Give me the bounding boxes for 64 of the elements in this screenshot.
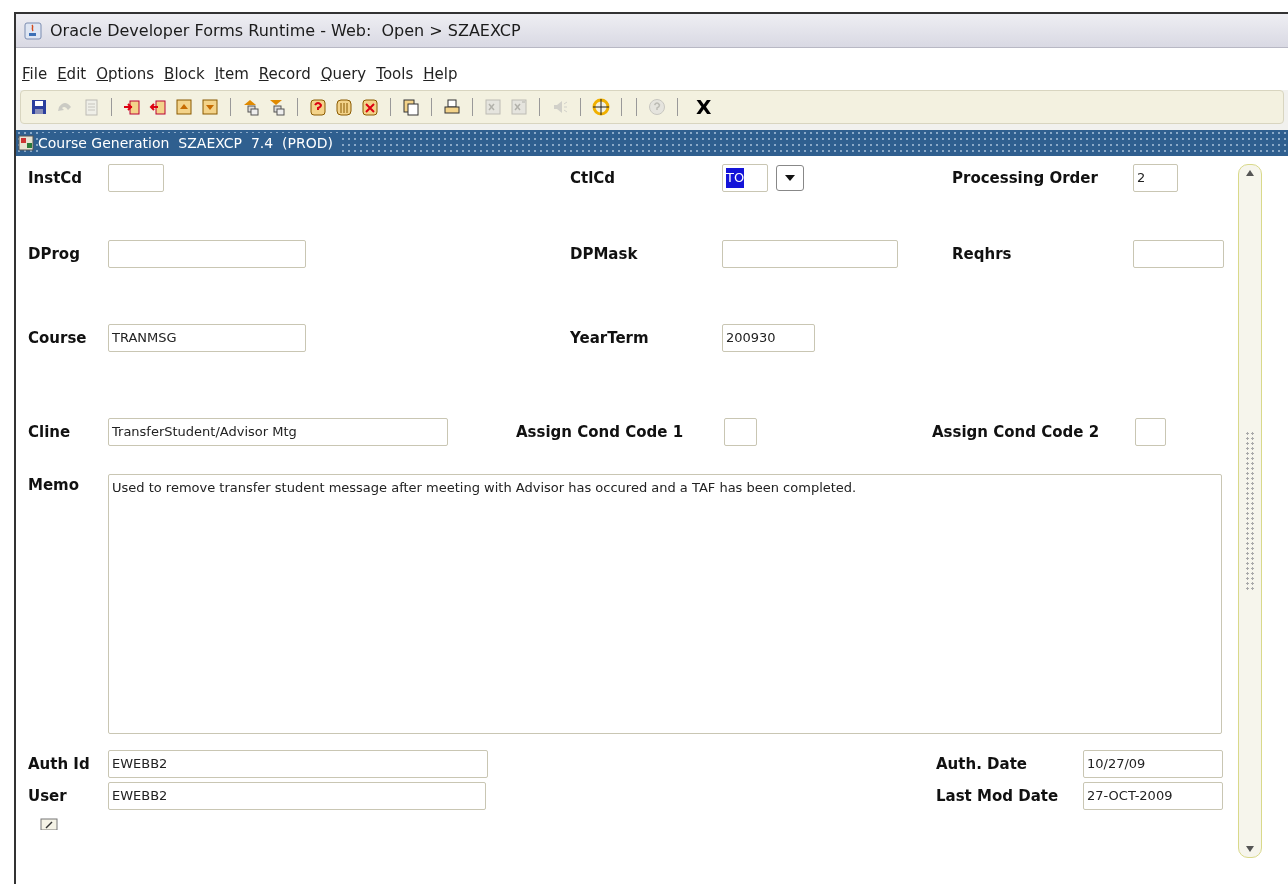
field-label: DProg	[28, 243, 81, 265]
input-field[interactable]: 27-OCT-2009	[1083, 782, 1223, 810]
field-label: Cline	[28, 421, 72, 443]
menu-item[interactable]: Query	[320, 62, 367, 86]
field-label: Last Mod Date	[936, 785, 1060, 807]
dropdown-button[interactable]	[776, 165, 804, 191]
input-field[interactable]: Used to remove transfer student message after meeting with Advisor has occured and a TAF has been completed.	[108, 474, 1222, 734]
query-icon[interactable]	[309, 98, 327, 116]
menu-item[interactable]: Edit	[57, 62, 87, 86]
field-label: Processing Order	[952, 167, 1099, 189]
down-record-icon[interactable]	[201, 98, 219, 116]
remove-record-icon[interactable]	[149, 98, 167, 116]
scroll-down-icon[interactable]	[1245, 845, 1255, 853]
field-label: Assign Cond Code 2	[932, 421, 1101, 443]
input-field[interactable]: EWEBB2	[108, 750, 488, 778]
input-field[interactable]: TO	[722, 164, 768, 192]
caret-icon	[785, 175, 795, 181]
input-field[interactable]	[1135, 418, 1166, 446]
up-record-icon[interactable]	[175, 98, 193, 116]
field-label: DPMask	[570, 243, 639, 265]
field-label: Auth. Date	[936, 753, 1028, 775]
field-label: Course	[28, 327, 88, 349]
cancel-query-icon[interactable]	[361, 98, 379, 116]
input-field[interactable]	[724, 418, 757, 446]
menu-item[interactable]: Block	[164, 62, 205, 86]
input-field[interactable]	[722, 240, 898, 268]
field-label: Auth Id	[28, 753, 91, 775]
window-title: Oracle Developer Forms Runtime - Web: Open > SZAEXCP	[50, 19, 521, 42]
input-field[interactable]	[1133, 240, 1224, 268]
input-field[interactable]: TransferStudent/Advisor Mtg	[108, 418, 448, 446]
insert-record-icon[interactable]	[123, 98, 141, 116]
input-field[interactable]: 2	[1133, 164, 1178, 192]
form-title: Course Generation SZAEXCP 7.4 (PROD)	[38, 132, 341, 154]
scroll-up-icon[interactable]	[1245, 169, 1255, 177]
input-field[interactable]: 10/27/09	[1083, 750, 1223, 778]
printer-icon[interactable]	[443, 98, 461, 116]
edit-icon[interactable]	[40, 818, 58, 830]
scroll-thumb[interactable]	[1245, 431, 1255, 591]
exit-button[interactable]: X	[696, 92, 712, 122]
field-label: Reqhrs	[952, 243, 1013, 265]
menu-item[interactable]: Item	[214, 62, 249, 86]
field-label: InstCd	[28, 167, 84, 189]
field-label: Assign Cond Code 1	[516, 421, 685, 443]
down-block-icon[interactable]	[268, 98, 286, 116]
menu-item[interactable]: Record	[258, 62, 311, 86]
target-icon[interactable]	[592, 98, 610, 116]
menu-item[interactable]: File	[22, 62, 48, 86]
save-icon[interactable]	[30, 98, 48, 116]
menu-item[interactable]: Help	[423, 62, 458, 86]
vertical-scrollbar[interactable]	[1238, 164, 1262, 858]
input-field[interactable]: EWEBB2	[108, 782, 486, 810]
input-field[interactable]: 200930	[722, 324, 815, 352]
input-field[interactable]: TRANMSG	[108, 324, 306, 352]
field-label: Memo	[28, 475, 81, 496]
field-label: CtlCd	[570, 167, 617, 189]
field-label: YearTerm	[570, 327, 650, 349]
menu-item[interactable]: Tools	[376, 62, 414, 86]
field-label: User	[28, 785, 68, 807]
copy-icon[interactable]	[402, 98, 420, 116]
up-block-icon[interactable]	[242, 98, 260, 116]
form-icon	[18, 135, 34, 151]
menu-item[interactable]: Options	[96, 62, 155, 86]
input-field[interactable]	[108, 240, 306, 268]
input-field[interactable]	[108, 164, 164, 192]
